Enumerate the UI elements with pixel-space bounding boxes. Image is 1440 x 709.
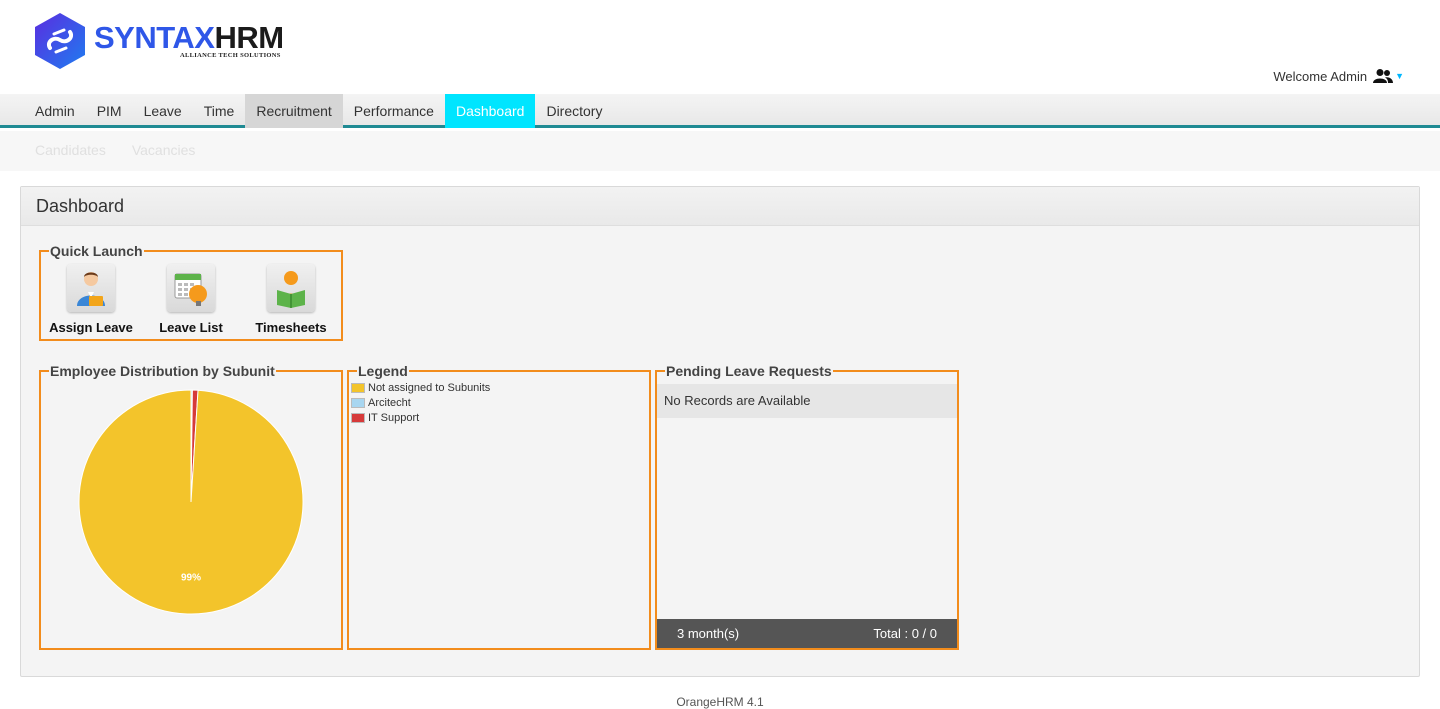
quick-launch-legend: Quick Launch [50, 243, 143, 259]
timesheets-icon [267, 264, 315, 312]
legend-panel: Legend Not assigned to Subunits Arcitech… [347, 364, 651, 650]
legend-swatch [351, 382, 365, 393]
chevron-down-icon: ▼ [1395, 71, 1404, 81]
menu-item-dashboard[interactable]: Dashboard [444, 94, 536, 128]
header: SYNTAXHRM ALLIANCE TECH SOLUTIONS Welcom… [0, 0, 1440, 94]
menu-item-pim[interactable]: PIM [86, 94, 133, 128]
pending-leave-total: Total : 0 / 0 [873, 626, 937, 641]
menu-item-leave[interactable]: Leave [133, 94, 193, 128]
quick-launch-label: Timesheets [255, 320, 327, 335]
main-menu: Admin PIM Leave Time Recruitment Perform… [0, 94, 1440, 128]
quick-launch-label: Leave List [159, 320, 223, 335]
legend-panel-title: Legend [358, 363, 408, 379]
brand-tagline: ALLIANCE TECH SOLUTIONS [180, 52, 281, 59]
legend-item: Not assigned to Subunits [351, 380, 490, 395]
submenu-item-candidates[interactable]: Candidates [35, 131, 106, 169]
no-records-message: No Records are Available [657, 384, 957, 418]
employee-distribution-panel: Employee Distribution by Subunit 99% [39, 364, 343, 650]
welcome-menu[interactable]: Welcome Admin ▼ [1273, 68, 1404, 84]
legend-list: Not assigned to Subunits Arcitecht IT Su… [351, 380, 490, 425]
logo-hexagon-icon [35, 13, 85, 69]
company-logo[interactable]: SYNTAXHRM ALLIANCE TECH SOLUTIONS [34, 12, 294, 74]
users-icon [1373, 69, 1394, 83]
menu-item-time[interactable]: Time [193, 94, 246, 128]
quick-launch-panel: Quick Launch Assign Leave Leave List Tim… [39, 244, 343, 341]
pending-leave-legend: Pending Leave Requests [666, 363, 832, 379]
page-title: Dashboard [21, 187, 1419, 226]
sub-menu: Candidates Vacancies [0, 131, 1440, 171]
pending-leave-footer: 3 month(s) Total : 0 / 0 [657, 619, 957, 648]
legend-item: Arcitecht [351, 395, 490, 410]
menu-item-directory[interactable]: Directory [535, 94, 613, 128]
quick-launch-assign-leave[interactable]: Assign Leave [43, 264, 139, 335]
menu-item-recruitment[interactable]: Recruitment [245, 94, 343, 128]
legend-label: Arcitecht [368, 396, 411, 409]
quick-launch-label: Assign Leave [49, 320, 133, 335]
pie-slice-label: 99% [181, 572, 201, 583]
welcome-text: Welcome Admin [1273, 68, 1368, 84]
quick-launch-leave-list[interactable]: Leave List [143, 264, 239, 335]
pending-leave-panel: Pending Leave Requests No Records are Av… [655, 364, 959, 650]
employee-distribution-pie-chart[interactable]: 99% [78, 389, 304, 615]
quick-launch-timesheets[interactable]: Timesheets [243, 264, 339, 335]
menu-item-performance[interactable]: Performance [343, 94, 445, 128]
submenu-item-vacancies[interactable]: Vacancies [132, 131, 196, 169]
dashboard-panel: Dashboard Quick Launch Assign Leave Leav… [20, 186, 1420, 677]
legend-swatch [351, 412, 365, 423]
legend-item: IT Support [351, 410, 490, 425]
menu-item-admin[interactable]: Admin [24, 94, 86, 128]
legend-label: IT Support [368, 411, 420, 424]
legend-swatch [351, 397, 365, 408]
legend-label: Not assigned to Subunits [368, 381, 491, 394]
employee-distribution-legend: Employee Distribution by Subunit [50, 363, 275, 379]
assign-leave-icon [67, 264, 115, 312]
leave-list-icon [167, 264, 215, 312]
brand-name: SYNTAXHRM [94, 20, 284, 55]
pending-leave-period: 3 month(s) [677, 626, 740, 641]
